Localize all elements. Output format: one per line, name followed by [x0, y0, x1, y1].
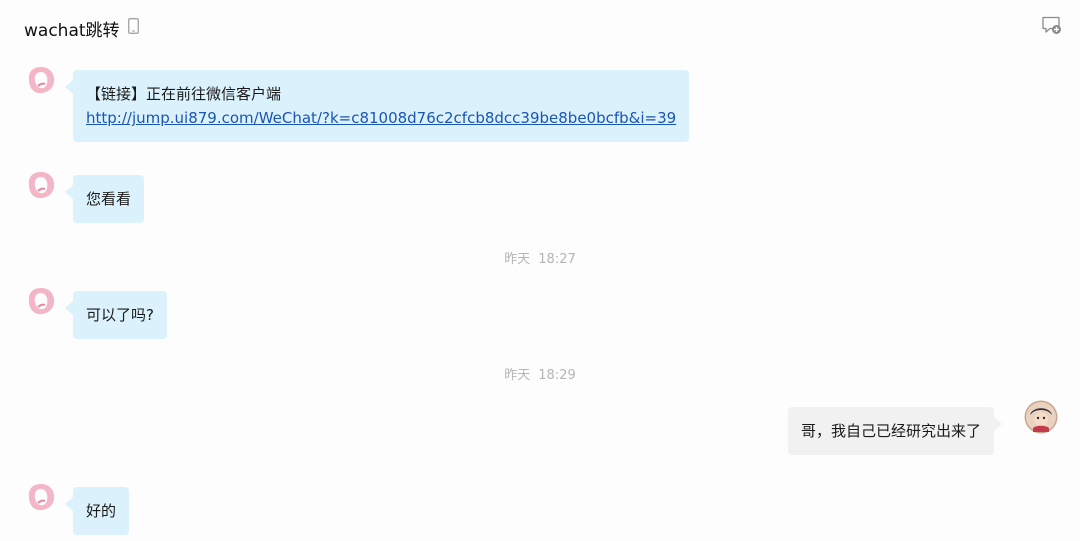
timestamp-time: 18:29: [538, 368, 576, 383]
message-text: 哥，我自己已经研究出来了: [801, 422, 982, 440]
contact-avatar[interactable]: [25, 64, 57, 96]
message-text: 您看看: [86, 190, 132, 208]
contact-avatar[interactable]: [25, 481, 57, 513]
message-bubble: 哥，我自己已经研究出来了: [788, 407, 1003, 455]
contact-avatar[interactable]: [25, 169, 57, 201]
chat-title: wachat跳转: [24, 21, 120, 41]
message-text: 【链接】正在前往微信客户端: [86, 85, 282, 103]
message-bubble: 可以了吗?: [65, 291, 167, 339]
contact-avatar[interactable]: [25, 285, 57, 317]
message-link[interactable]: http://jump.ui879.com/WeChat/?k=c81008d7…: [86, 106, 676, 130]
timestamp-day: 昨天: [504, 368, 531, 383]
message-text: 好的: [86, 502, 117, 520]
chat-header: wachat跳转: [0, 0, 1080, 54]
timestamp-day: 昨天: [504, 252, 531, 267]
phone-icon: [128, 18, 139, 34]
message-bubble: 【链接】正在前往微信客户端 http://jump.ui879.com/WeCh…: [64, 70, 690, 142]
timestamp: 昨天 18:29: [0, 364, 1080, 383]
timestamp-time: 18:27: [538, 252, 576, 267]
message-bubble: 好的: [64, 487, 130, 535]
timestamp: 昨天 18:27: [0, 248, 1080, 267]
user-avatar[interactable]: [1024, 400, 1058, 434]
add-chat-icon[interactable]: [1041, 16, 1062, 35]
message-bubble: 您看看: [64, 175, 145, 223]
message-text: 可以了吗?: [86, 306, 154, 324]
